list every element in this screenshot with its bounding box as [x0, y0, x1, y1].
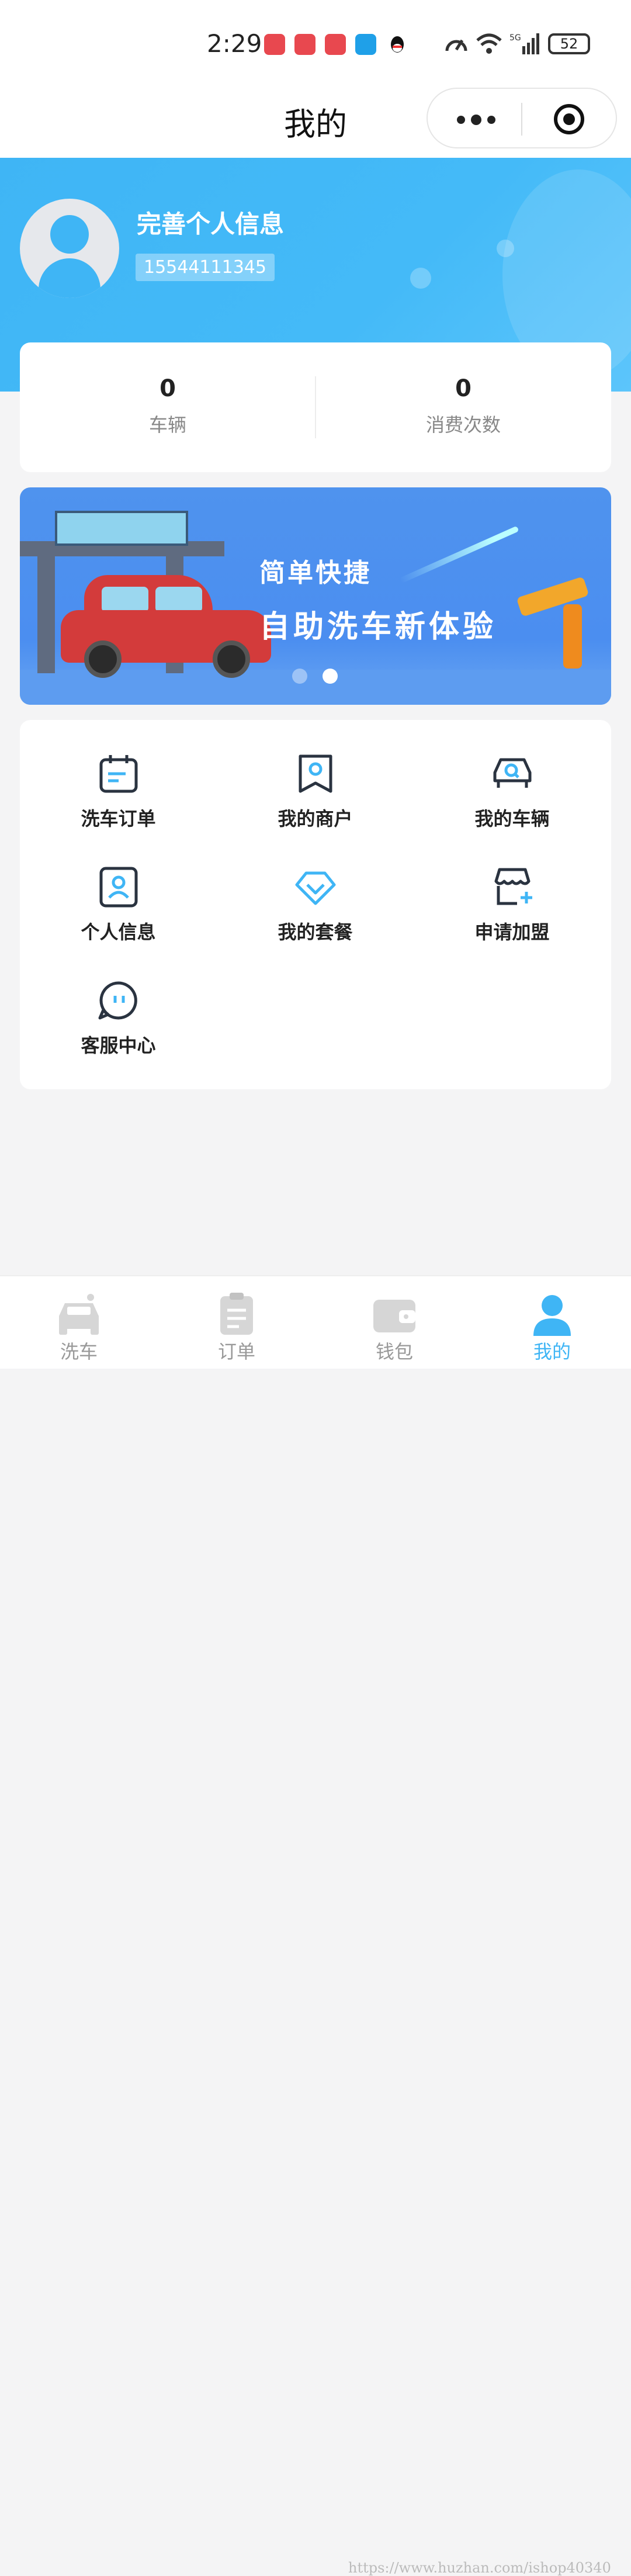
tab-mine[interactable]: 我的 [473, 1276, 631, 1369]
carousel-dots [292, 669, 338, 684]
tab-label: 钱包 [375, 1341, 413, 1363]
huawei-app-icon [294, 34, 316, 55]
avatar-body [39, 258, 100, 298]
tab-label: 洗车 [60, 1341, 98, 1363]
mini-program-capsule [427, 88, 617, 148]
menu-label: 申请加盟 [474, 921, 550, 943]
huawei-app-icon [325, 34, 346, 55]
calendar-icon [96, 752, 141, 796]
spray-gun-handle [563, 604, 582, 669]
person-card-icon [96, 865, 141, 909]
menu-label: 我的套餐 [278, 921, 353, 943]
menu-label: 客服中心 [81, 1034, 156, 1057]
clipboard-icon [213, 1293, 260, 1336]
huawei-app-icon [264, 34, 285, 55]
menu-wash-orders[interactable]: 洗车订单 [20, 720, 217, 830]
diamond-icon [293, 865, 338, 909]
capsule-divider [521, 103, 522, 136]
system-icons: 5G 52 [444, 30, 590, 57]
battery-indicator: 52 [548, 33, 590, 54]
header-bubble [497, 240, 514, 257]
wallet-icon [371, 1293, 418, 1336]
stat-consumption[interactable]: 0 消费次数 [316, 375, 611, 437]
stats-card: 0 车辆 0 消费次数 [20, 342, 611, 472]
function-menu: 洗车订单 我的商户 我的车辆 个人信息 我的套餐 申请加盟 客服中心 [20, 720, 611, 1089]
store-add-icon [490, 865, 535, 909]
menu-label: 个人信息 [81, 921, 156, 943]
menu-my-packages[interactable]: 我的套餐 [217, 833, 414, 943]
tab-label: 订单 [217, 1341, 255, 1363]
car-window [102, 587, 148, 612]
promo-banner[interactable]: 简单快捷 自助洗车新体验 [20, 487, 611, 705]
menu-customer-service[interactable]: 客服中心 [20, 947, 217, 1057]
avatar-head [50, 215, 89, 254]
car-wheel [84, 640, 122, 678]
stat-label: 消费次数 [425, 414, 501, 436]
stat-value: 0 [160, 375, 176, 402]
tab-orders[interactable]: 订单 [158, 1276, 316, 1369]
banner-pillar [37, 556, 55, 673]
car-wheel [213, 640, 250, 678]
signal-icon: 5G [509, 33, 539, 54]
nav-bar: 我的 [0, 88, 631, 158]
tab-wallet[interactable]: 钱包 [316, 1276, 473, 1369]
stat-vehicles[interactable]: 0 车辆 [20, 375, 316, 437]
phone-badge: 15544111345 [136, 254, 275, 281]
profile-name[interactable]: 完善个人信息 [137, 205, 284, 240]
header-bubble [410, 268, 431, 289]
banner-gantry [55, 511, 188, 546]
menu-my-merchants[interactable]: 我的商户 [217, 720, 414, 830]
car-search-icon [490, 752, 535, 796]
status-time: 2:29 [207, 29, 262, 58]
close-target-icon[interactable] [554, 104, 584, 134]
bottom-tab-bar: 洗车 订单 钱包 我的 https://www.huzhan.com/ishop… [0, 1275, 631, 2576]
avatar[interactable] [20, 199, 119, 298]
tab-car-wash[interactable]: 洗车 [0, 1276, 158, 1369]
menu-label: 洗车订单 [81, 808, 156, 830]
status-bar: 2:29 5G 52 [0, 0, 631, 88]
wifi-icon [476, 33, 502, 54]
stat-value: 0 [455, 375, 471, 402]
merchant-bookmark-icon [293, 752, 338, 796]
menu-my-vehicles[interactable]: 我的车辆 [414, 720, 611, 830]
menu-apply-franchise[interactable]: 申请加盟 [414, 833, 611, 943]
water-spray [399, 525, 519, 584]
banner-slogan-small: 简单快捷 [259, 558, 372, 588]
svg-text:5G: 5G [509, 33, 521, 43]
carousel-dot-active[interactable] [323, 669, 338, 684]
tab-label: 我的 [533, 1341, 571, 1363]
menu-label: 我的车辆 [474, 808, 550, 830]
car-wash-icon [56, 1293, 102, 1336]
message-app-icon [355, 34, 376, 55]
speed-icon [445, 39, 467, 51]
carousel-dot[interactable] [292, 669, 307, 684]
stat-label: 车辆 [148, 414, 186, 436]
banner-slogan-big: 自助洗车新体验 [259, 610, 497, 645]
car-window [155, 587, 202, 612]
watermark-text: https://www.huzhan.com/ishop40340 [348, 2560, 611, 2576]
qq-app-icon [387, 34, 408, 55]
more-icon[interactable] [457, 115, 495, 125]
menu-personal-info[interactable]: 个人信息 [20, 833, 217, 943]
user-icon [529, 1293, 575, 1336]
chat-bubble-icon [96, 978, 141, 1023]
menu-label: 我的商户 [278, 808, 353, 830]
